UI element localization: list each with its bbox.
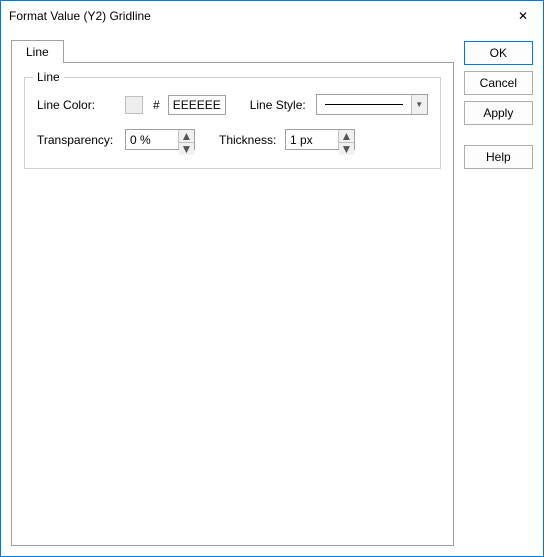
transparency-down-button[interactable]: ▼ xyxy=(179,143,194,155)
line-style-select[interactable]: ▼ xyxy=(316,94,428,115)
spacer xyxy=(464,131,533,139)
help-button[interactable]: Help xyxy=(464,145,533,169)
dialog-window: Format Value (Y2) Gridline ✕ Line Line L… xyxy=(0,0,544,557)
line-group: Line Line Color: # Line Style: ▼ Tra xyxy=(24,77,441,169)
group-title: Line xyxy=(33,70,64,84)
content-area: Line Line Line Color: # Line Style: ▼ xyxy=(1,31,543,556)
tab-panel: Line Line Color: # Line Style: ▼ Tra xyxy=(11,62,454,546)
thickness-down-button[interactable]: ▼ xyxy=(339,143,354,155)
close-icon: ✕ xyxy=(518,9,528,23)
thickness-stepper[interactable]: ▲ ▼ xyxy=(285,129,355,150)
transparency-stepper[interactable]: ▲ ▼ xyxy=(125,129,195,150)
chevron-up-icon: ▲ xyxy=(181,130,193,142)
tab-line[interactable]: Line xyxy=(11,40,64,63)
thickness-input[interactable] xyxy=(286,130,338,149)
ok-button[interactable]: OK xyxy=(464,41,533,65)
main-panel: Line Line Line Color: # Line Style: ▼ xyxy=(11,39,454,546)
thickness-label: Thickness: xyxy=(219,133,279,147)
chevron-down-icon: ▼ xyxy=(181,143,193,155)
hash-symbol: # xyxy=(153,98,160,112)
close-button[interactable]: ✕ xyxy=(503,1,543,31)
line-style-label: Line Style: xyxy=(250,98,310,112)
line-style-preview xyxy=(325,104,403,105)
cancel-button[interactable]: Cancel xyxy=(464,71,533,95)
row-color-style: Line Color: # Line Style: ▼ xyxy=(37,94,428,115)
titlebar: Format Value (Y2) Gridline ✕ xyxy=(1,1,543,31)
transparency-label: Transparency: xyxy=(37,133,119,147)
line-color-hex-input[interactable] xyxy=(168,95,226,115)
apply-button[interactable]: Apply xyxy=(464,101,533,125)
row-trans-thick: Transparency: ▲ ▼ Thickness: xyxy=(37,129,428,150)
dialog-title: Format Value (Y2) Gridline xyxy=(9,9,503,23)
chevron-down-icon: ▼ xyxy=(341,143,353,155)
chevron-down-icon: ▼ xyxy=(411,95,427,114)
chevron-up-icon: ▲ xyxy=(341,130,353,142)
button-sidebar: OK Cancel Apply Help xyxy=(464,39,533,546)
line-color-swatch[interactable] xyxy=(125,96,143,114)
tab-strip: Line xyxy=(11,39,454,62)
transparency-input[interactable] xyxy=(126,130,178,149)
line-color-label: Line Color: xyxy=(37,98,119,112)
